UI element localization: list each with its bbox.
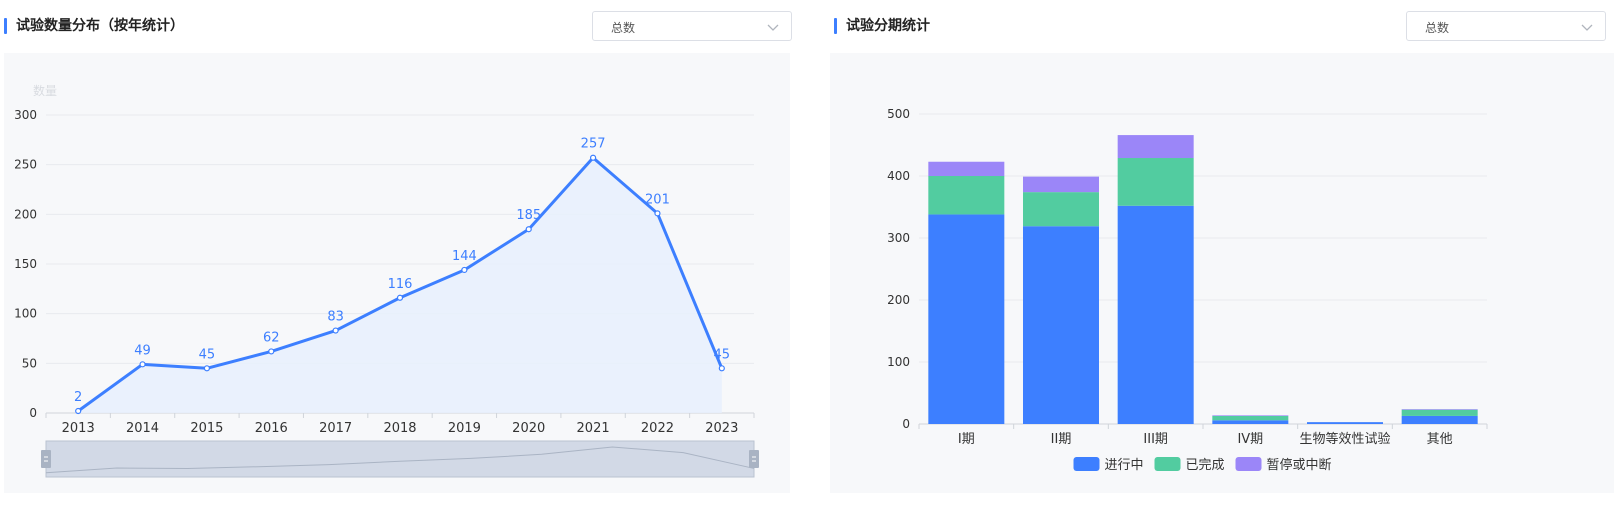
data-label: 45 [714,347,731,362]
data-label: 83 [327,310,344,325]
x-tick-label: 2017 [319,421,352,436]
y-tick-label: 0 [902,417,910,431]
data-label: 257 [581,137,606,152]
legend-swatch [1073,457,1100,471]
y-tick-label: 500 [887,107,910,121]
bar-segment [1401,415,1478,424]
x-tick-label: IV期 [1237,432,1263,447]
data-label: 201 [645,192,670,207]
data-point [461,266,468,274]
x-tick-label: 2020 [512,421,545,436]
y-tick-label: 200 [14,207,37,221]
x-tick-label: 2023 [705,421,738,436]
x-tick-label: I期 [958,432,975,447]
data-label: 2 [74,390,82,405]
legend-label: 已完成 [1186,458,1225,473]
datazoom-left-handle [41,450,51,468]
y-tick-label: 400 [887,169,910,183]
data-point [75,407,82,415]
datazoom-track [45,440,755,478]
data-point [525,226,532,233]
y-tick-label: 200 [887,293,910,307]
bar-segment [928,176,1005,215]
data-point [396,294,404,301]
data-label: 62 [263,330,280,345]
x-tick-label: 2018 [383,421,416,436]
bar-segment [1212,415,1289,416]
y-tick-label: 300 [14,108,37,122]
bar-segment [1117,135,1194,159]
datazoom-right-handle [749,450,759,468]
bar-segment [1212,420,1289,424]
legend-swatch [1235,457,1262,471]
x-tick-label: 2022 [641,421,674,436]
data-point [332,327,339,334]
legend-label: 暂停或中断 [1267,457,1332,473]
x-tick-label: 生物等效性试验 [1299,431,1390,447]
bar-segment [1307,422,1383,424]
x-tick-label: 2015 [190,421,223,436]
x-tick-label: 其他 [1427,432,1453,447]
data-point [268,348,275,355]
y-tick-label: 250 [14,158,37,172]
bar-segment [1117,205,1194,424]
yearly-trial-panel: 试验数量分布（按年统计） 总数 数量 0 50 100 150 200 250 300 2 49 4… [0,0,800,514]
y-tick-label: 300 [887,231,910,245]
y-tick-label: 50 [22,356,37,370]
y-tick-label: 100 [14,307,37,321]
bar-segment [928,214,1005,424]
legend-swatch [1154,457,1181,471]
data-label: 45 [199,347,216,362]
y-tick-label: 100 [887,355,910,369]
phase-trial-panel: 试验分期统计 总数 0 100 200 300 400 500 I期 II期 III期 IV期 生物… [830,0,1618,514]
x-tick-label: III期 [1143,432,1168,447]
data-point [589,154,597,161]
x-tick-label: II期 [1051,432,1072,447]
bar-segment [1023,176,1099,193]
data-label: 116 [388,277,413,292]
x-tick-label: 2016 [255,421,288,436]
x-tick-label: 2013 [62,421,95,436]
y-axis-label: 数量 [33,83,57,98]
yearly-line-chart: 数量 0 50 100 150 200 250 300 2 49 45 62 83 116 144 185 25… [14,83,759,478]
bar-segment [1023,192,1099,227]
y-tick-label: 0 [29,406,37,420]
bar-segment [1401,409,1478,416]
data-label: 144 [452,249,477,264]
bar-segment [1212,415,1289,421]
bar-segment [928,161,1005,176]
y-tick-label: 150 [14,257,37,271]
bar-segment [1401,409,1478,410]
bar-segment [1023,226,1099,424]
data-point [718,365,725,372]
bar-segment [1117,158,1194,206]
data-point [203,365,211,372]
x-tick-label: 2021 [577,421,610,436]
x-tick-label: 2019 [448,421,481,436]
x-tick-label: 2014 [126,421,159,436]
data-label: 185 [516,208,541,223]
legend-label: 进行中 [1105,458,1144,473]
data-label: 49 [134,343,151,358]
data-point [139,361,146,368]
data-point [654,210,661,217]
phase-stacked-bar-chart: 0 100 200 300 400 500 I期 II期 III期 IV期 生物等效性试验 其他进行中… [887,107,1488,473]
